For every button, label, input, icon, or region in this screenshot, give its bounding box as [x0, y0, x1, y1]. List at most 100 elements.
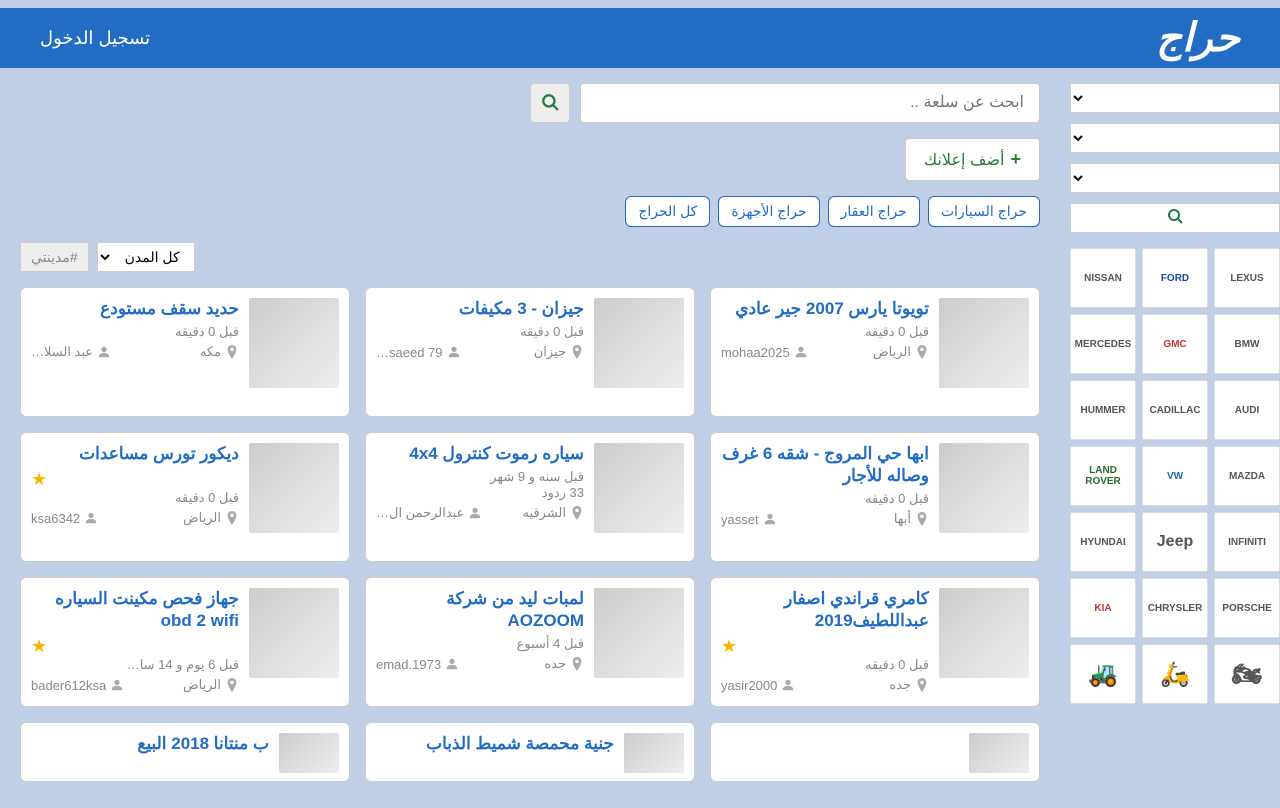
listing-user: bader612ksa — [31, 678, 124, 693]
listing-location: جده — [889, 677, 929, 693]
listing-title: جيزان - 3 مكيفات — [376, 298, 584, 320]
tab-cars[interactable]: حراج السيارات — [928, 196, 1040, 227]
brand-chrysler[interactable]: CHRYSLER — [1142, 578, 1208, 638]
listing-image — [624, 733, 684, 773]
listing-card[interactable]: ديكور تورس مساعدات ★ قبل 0 دقيقه الرياض … — [20, 432, 350, 562]
listing-card[interactable]: ب منتانا 2018 البيع — [20, 722, 350, 782]
site-logo[interactable]: حراج — [1156, 15, 1240, 61]
listing-card[interactable]: جهاز فحص مكينت السياره obd 2 wifi ★ قبل … — [20, 577, 350, 707]
listing-location: جيزان — [534, 344, 584, 360]
plus-icon: + — [1010, 149, 1021, 170]
listing-location: الرياض — [183, 677, 239, 693]
listing-time: قبل سنه و 9 شهر33 ردود — [376, 469, 584, 501]
brand-lexus[interactable]: LEXUS — [1214, 248, 1280, 308]
brand-hummer[interactable]: HUMMER — [1070, 380, 1136, 440]
listing-location: الرياض — [183, 510, 239, 526]
listing-card[interactable]: جنية محمصة شميط الذباب — [365, 722, 695, 782]
star-icon: ★ — [31, 469, 47, 489]
listing-card[interactable]: جيزان - 3 مكيفات قبل 0 دقيقه جيزان saeed… — [365, 287, 695, 417]
sidebar-select-2[interactable] — [1070, 123, 1280, 153]
listing-title: ابها حي المروج - شقه 6 غرف وصاله للأجار — [721, 443, 929, 487]
listing-user: ksa6342 — [31, 511, 98, 526]
sidebar-search-button[interactable] — [1070, 203, 1280, 233]
brand-kia[interactable]: KIA — [1070, 578, 1136, 638]
tab-realestate[interactable]: حراج العقار — [828, 196, 920, 227]
listing-image — [939, 443, 1029, 533]
listing-user: عبد السلا… — [31, 344, 111, 360]
listing-card[interactable]: تويوتا يارس 2007 جير عادي قبل 0 دقيقه ال… — [710, 287, 1040, 417]
brand-nissan[interactable]: NISSAN — [1070, 248, 1136, 308]
listing-card[interactable]: حديد سقف مستودع قبل 0 دقيقه مكه عبد السل… — [20, 287, 350, 417]
listing-image — [969, 733, 1029, 773]
listing-title: سياره رموت كنترول 4x4 — [376, 443, 584, 465]
listing-card[interactable]: ابها حي المروج - شقه 6 غرف وصاله للأجار … — [710, 432, 1040, 562]
listings-grid: تويوتا يارس 2007 جير عادي قبل 0 دقيقه ال… — [20, 287, 1040, 782]
filter-tabs: حراج السيارات حراج العقار حراج الأجهزة ك… — [20, 196, 1040, 227]
listing-location: الشرقيه — [523, 505, 584, 521]
listing-location: مكه — [200, 344, 239, 360]
listing-title: جنية محمصة شميط الذباب — [376, 733, 614, 755]
listing-user: عبدالرحمن ال… — [376, 505, 482, 521]
listing-card[interactable]: كامري قراندي اصفار عبداللطيف2019 ★ قبل 0… — [710, 577, 1040, 707]
listing-title: ب منتانا 2018 البيع — [31, 733, 269, 755]
listing-time: قبل 4 أسبوع — [376, 636, 584, 652]
listing-image — [594, 443, 684, 533]
listing-card[interactable] — [710, 722, 1040, 782]
listing-time: قبل 6 يوم و 14 سا… — [31, 657, 239, 673]
brand-landrover[interactable]: LAND ROVER — [1070, 446, 1136, 506]
listing-location: أبها — [894, 511, 929, 527]
brand-grid: LEXUS FORD NISSAN BMW GMC MERCEDES AUDI … — [1070, 248, 1280, 704]
search-input[interactable] — [580, 83, 1040, 123]
listing-user: saeed 79… — [376, 345, 461, 360]
brand-motorcycle[interactable]: 🏍 — [1214, 644, 1280, 704]
tab-devices[interactable]: حراج الأجهزة — [718, 196, 819, 227]
sidebar-select-3[interactable] — [1070, 163, 1280, 193]
brand-vw[interactable]: VW — [1142, 446, 1208, 506]
listing-title: تويوتا يارس 2007 جير عادي — [721, 298, 929, 320]
brand-bmw[interactable]: BMW — [1214, 314, 1280, 374]
listing-time: قبل 0 دقيقه — [721, 491, 929, 507]
listing-title: ديكور تورس مساعدات — [31, 443, 239, 465]
listing-image — [939, 588, 1029, 678]
listing-title: لمبات ليد من شركة AOZOOM — [376, 588, 584, 632]
listing-image — [594, 588, 684, 678]
brand-infiniti[interactable]: INFINITI — [1214, 512, 1280, 572]
brand-jeep[interactable]: Jeep — [1142, 512, 1208, 572]
listing-user: yasir2000 — [721, 678, 795, 693]
city-select[interactable]: كل المدن — [97, 242, 195, 272]
listing-user: emad.1973 — [376, 657, 459, 672]
star-icon: ★ — [31, 636, 47, 656]
listing-time: قبل 0 دقيقه — [31, 490, 239, 506]
add-ad-button[interactable]: + أضف إعلانك — [905, 138, 1040, 181]
listing-card[interactable]: سياره رموت كنترول 4x4 قبل سنه و 9 شهر33 … — [365, 432, 695, 562]
tab-all[interactable]: كل الحراج — [625, 196, 710, 227]
search-button[interactable] — [530, 83, 570, 123]
sidebar: LEXUS FORD NISSAN BMW GMC MERCEDES AUDI … — [1070, 83, 1280, 782]
brand-mercedes[interactable]: MERCEDES — [1070, 314, 1136, 374]
brand-tractor[interactable]: 🚜 — [1070, 644, 1136, 704]
add-ad-label: أضف إعلانك — [924, 150, 1005, 170]
brand-porsche[interactable]: PORSCHE — [1214, 578, 1280, 638]
listing-time: قبل 0 دقيقه — [721, 657, 929, 673]
header: حراج تسجيل الدخول — [0, 8, 1280, 68]
star-icon: ★ — [721, 636, 737, 656]
listing-title: كامري قراندي اصفار عبداللطيف2019 — [721, 588, 929, 632]
brand-audi[interactable]: AUDI — [1214, 380, 1280, 440]
brand-hyundai[interactable]: HYUNDAI — [1070, 512, 1136, 572]
brand-mazda[interactable]: MAZDA — [1214, 446, 1280, 506]
listing-title: حديد سقف مستودع — [31, 298, 239, 320]
listing-card[interactable]: لمبات ليد من شركة AOZOOM قبل 4 أسبوع جده… — [365, 577, 695, 707]
content-area: + أضف إعلانك حراج السيارات حراج العقار ح… — [0, 83, 1060, 782]
listing-time: قبل 0 دقيقه — [31, 324, 239, 340]
listing-image — [939, 298, 1029, 388]
brand-gmc[interactable]: GMC — [1142, 314, 1208, 374]
brand-scooter[interactable]: 🛵 — [1142, 644, 1208, 704]
brand-ford[interactable]: FORD — [1142, 248, 1208, 308]
brand-cadillac[interactable]: CADILLAC — [1142, 380, 1208, 440]
listing-image — [249, 588, 339, 678]
my-city-button[interactable]: #مدينتي — [20, 242, 89, 272]
login-button[interactable]: تسجيل الدخول — [40, 28, 150, 49]
listing-time: قبل 0 دقيقه — [376, 324, 584, 340]
sidebar-select-1[interactable] — [1070, 83, 1280, 113]
listing-time: قبل 0 دقيقه — [721, 324, 929, 340]
